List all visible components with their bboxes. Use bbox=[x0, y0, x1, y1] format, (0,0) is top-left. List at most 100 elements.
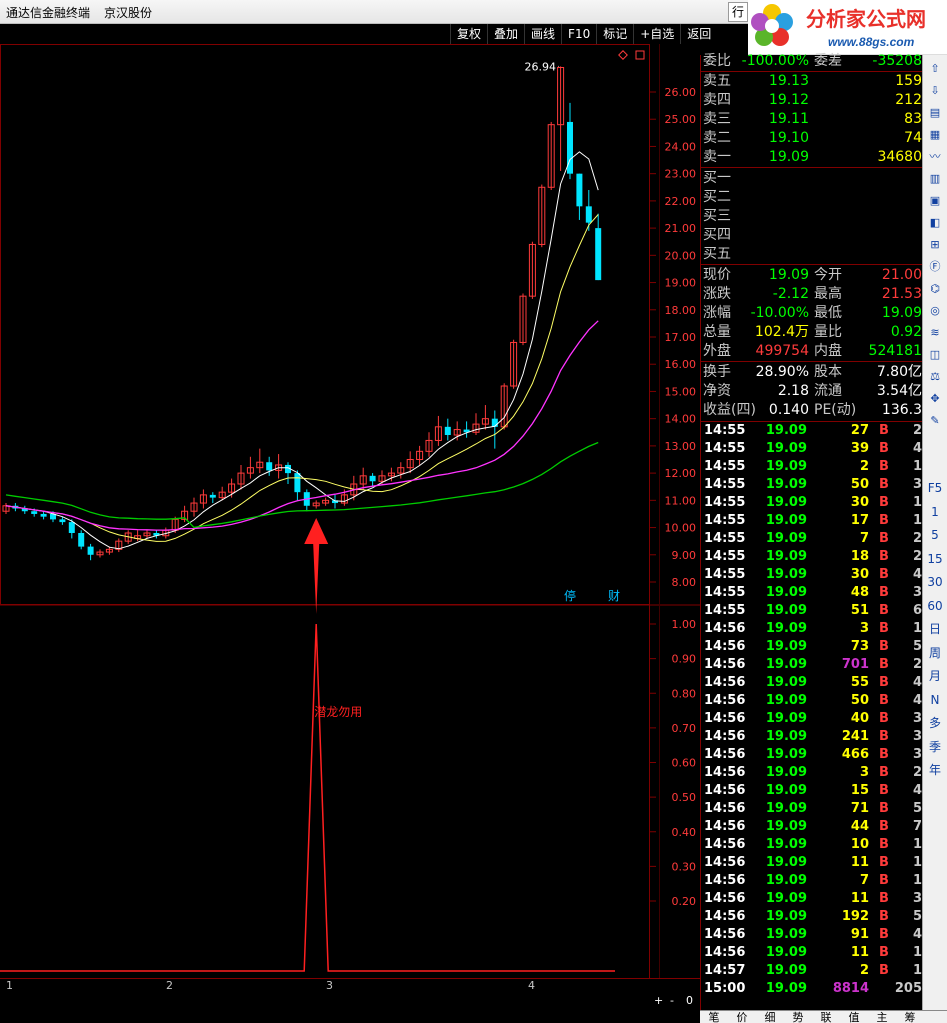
menu-button[interactable]: 行 bbox=[728, 2, 748, 22]
tool-icon[interactable]: ▣ bbox=[925, 191, 945, 211]
toolbar-button-2[interactable]: 画线 bbox=[524, 24, 562, 44]
date-label: 3 bbox=[326, 979, 333, 992]
tool-icon[interactable]: ◧ bbox=[925, 213, 945, 233]
tool-icon[interactable]: Ⓕ bbox=[925, 257, 945, 277]
price-tick-label: 24.00 bbox=[665, 140, 697, 153]
bottom-tab[interactable]: 势 bbox=[784, 1011, 812, 1023]
tick-time: 14:56 bbox=[704, 873, 746, 888]
tool-icon[interactable]: ✥ bbox=[925, 389, 945, 409]
tick-row: 14:56 19.09 50 B 4 bbox=[701, 692, 923, 710]
period-button[interactable]: 年 bbox=[925, 760, 945, 780]
fin-row-v2: 136.3 bbox=[881, 402, 922, 418]
kline-chart[interactable]: 26.0025.0024.0023.0022.0021.0020.0019.00… bbox=[0, 44, 700, 992]
toolbar-button-1[interactable]: 叠加 bbox=[487, 24, 525, 44]
bid-row[interactable]: 买一 bbox=[701, 169, 923, 188]
tool-icon[interactable]: ◎ bbox=[925, 301, 945, 321]
toolbar-button-3[interactable]: F10 bbox=[561, 24, 597, 44]
tick-volume: 55 bbox=[850, 675, 869, 690]
tick-count: 5 bbox=[912, 639, 922, 654]
period-button[interactable]: 5 bbox=[925, 525, 945, 545]
tool-icon[interactable]: ⚖ bbox=[925, 367, 945, 387]
tick-side: B bbox=[879, 639, 889, 654]
tool-icon[interactable]: ◫ bbox=[925, 345, 945, 365]
price-tick-label: 16.00 bbox=[665, 358, 697, 371]
toolbar-button-0[interactable]: 复权 bbox=[450, 24, 488, 44]
tool-icon[interactable]: ▥ bbox=[925, 169, 945, 189]
period-button[interactable]: 30 bbox=[925, 572, 945, 592]
bottom-tab[interactable]: 联 bbox=[812, 1011, 840, 1023]
tick-price: 19.09 bbox=[765, 711, 807, 726]
tool-icon[interactable]: ▦ bbox=[925, 125, 945, 145]
weibi-row-lbl2: 委差 bbox=[814, 53, 842, 69]
toolbar-button-6[interactable]: 返回 bbox=[680, 24, 718, 44]
tool-icon[interactable]: ✎ bbox=[925, 411, 945, 431]
toolbar-button-5[interactable]: +自选 bbox=[633, 24, 681, 44]
tool-icon[interactable]: ⇩ bbox=[925, 81, 945, 101]
ask-row[interactable]: 卖四 19.12 212 bbox=[701, 91, 923, 110]
tick-volume: 192 bbox=[841, 909, 869, 924]
tool-icon[interactable]: ▤ bbox=[925, 103, 945, 123]
period-button[interactable]: N bbox=[925, 690, 945, 710]
bottom-tab[interactable]: 细 bbox=[756, 1011, 784, 1023]
halt-badge: 停 bbox=[564, 588, 576, 603]
ask-row[interactable]: 卖五 19.13 159 bbox=[701, 72, 923, 91]
candle-body bbox=[444, 426, 451, 435]
bid-row[interactable]: 买四 bbox=[701, 226, 923, 245]
period-button[interactable]: 1 bbox=[925, 502, 945, 522]
period-button[interactable]: 月 bbox=[925, 666, 945, 686]
stat-row: 涨跌 -2.12 最高 21.53 bbox=[701, 285, 923, 304]
candle-body bbox=[59, 519, 66, 523]
tick-time: 14:56 bbox=[704, 819, 746, 834]
bid-row[interactable]: 买五 bbox=[701, 245, 923, 264]
price-tick-label: 20.00 bbox=[665, 249, 697, 262]
fin-row-lbl2: PE(动) bbox=[814, 402, 857, 418]
period-button[interactable]: 日 bbox=[925, 619, 945, 639]
tool-icon[interactable]: ≋ bbox=[925, 323, 945, 343]
candle-body bbox=[294, 473, 301, 493]
ask-row[interactable]: 卖三 19.11 83 bbox=[701, 110, 923, 129]
tick-volume: 18 bbox=[850, 549, 869, 564]
stat-row-v2: 524181 bbox=[868, 343, 922, 359]
zoom-controls: + - 0 bbox=[650, 994, 700, 1008]
stat-row-v1: -2.12 bbox=[772, 286, 809, 302]
bid-row[interactable]: 买二 bbox=[701, 188, 923, 207]
bottom-tab[interactable]: 值 bbox=[840, 1011, 868, 1023]
ask-row[interactable]: 卖一 19.09 34680 bbox=[701, 148, 923, 167]
app-title: 通达信金融终端 bbox=[6, 6, 91, 20]
date-label: 4 bbox=[528, 979, 535, 992]
tick-count: 4 bbox=[912, 675, 922, 690]
bid-label: 买二 bbox=[703, 189, 731, 205]
period-button[interactable]: 季 bbox=[925, 737, 945, 757]
tool-icon[interactable]: ⊞ bbox=[925, 235, 945, 255]
fin-row-v1: 0.140 bbox=[768, 402, 809, 418]
period-button[interactable]: F5 bbox=[925, 478, 945, 498]
tool-icon[interactable]: 〰 bbox=[925, 147, 945, 167]
bottom-tab[interactable]: 主 bbox=[868, 1011, 896, 1023]
period-button[interactable]: 15 bbox=[925, 549, 945, 569]
ind-tick-label: 0.70 bbox=[672, 722, 697, 735]
ind-tick-label: 0.90 bbox=[672, 653, 697, 666]
period-button[interactable]: 周 bbox=[925, 643, 945, 663]
tick-side: B bbox=[879, 783, 889, 798]
bottom-tab[interactable]: 价 bbox=[728, 1011, 756, 1023]
ma10-line bbox=[5, 214, 599, 542]
tick-row: 14:55 19.09 39 B 4 bbox=[701, 440, 923, 458]
tick-count: 1 bbox=[912, 513, 922, 528]
period-button[interactable]: 多 bbox=[925, 713, 945, 733]
tool-icon[interactable]: ⌬ bbox=[925, 279, 945, 299]
flower-logo-icon: 分析家公式网 www.88gs.com bbox=[751, 4, 926, 49]
toolbar-button-4[interactable]: 标记 bbox=[596, 24, 634, 44]
tool-icon[interactable]: ⇧ bbox=[925, 59, 945, 79]
period-button[interactable]: 60 bbox=[925, 596, 945, 616]
tick-price: 19.09 bbox=[765, 441, 807, 456]
zoom-in-button[interactable]: + bbox=[654, 994, 663, 1007]
ma60-line bbox=[5, 441, 599, 529]
ask-row[interactable]: 卖二 19.10 74 bbox=[701, 129, 923, 148]
bottom-tab[interactable]: 笔 bbox=[700, 1011, 728, 1023]
bottom-tab[interactable]: 筹 bbox=[896, 1011, 924, 1023]
tick-time: 14:55 bbox=[704, 585, 746, 600]
tick-time: 14:55 bbox=[704, 531, 746, 546]
tick-row: 14:56 19.09 7 B 1 bbox=[701, 872, 923, 890]
bid-row[interactable]: 买三 bbox=[701, 207, 923, 226]
zoom-out-button[interactable]: - bbox=[670, 994, 674, 1007]
